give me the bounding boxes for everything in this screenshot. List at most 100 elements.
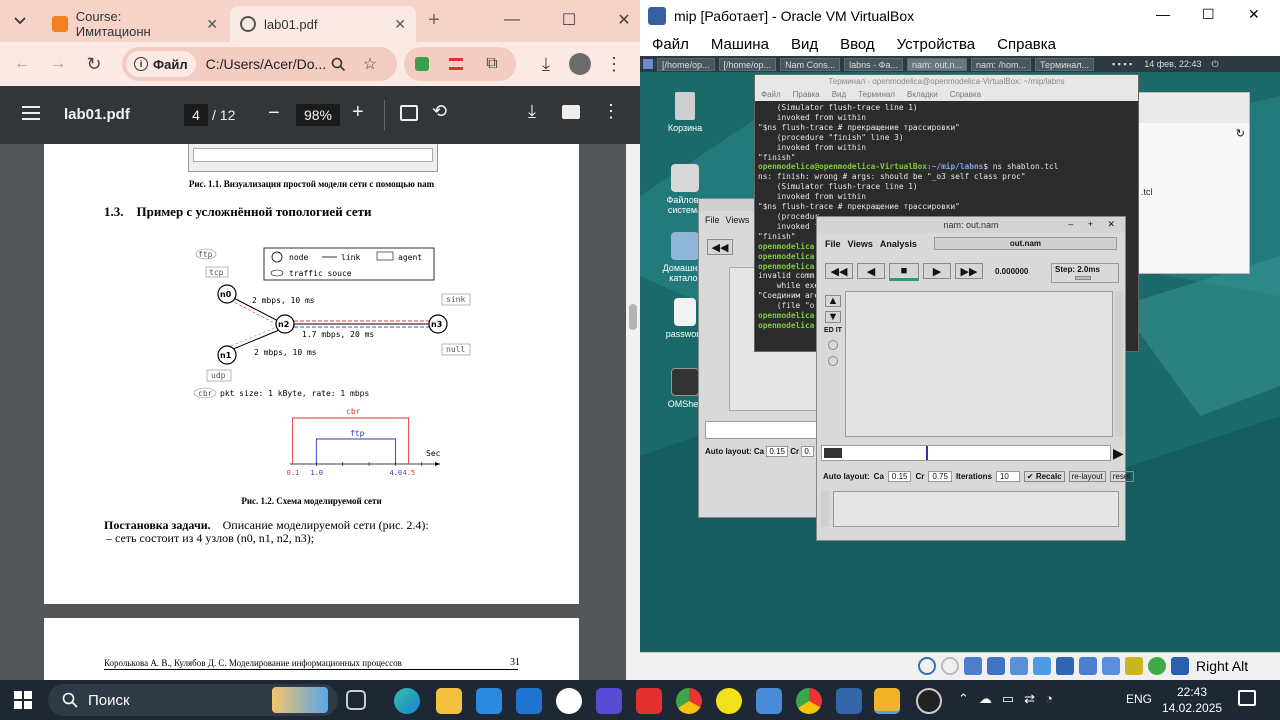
network-icon[interactable] [987, 657, 1005, 675]
guest-task[interactable]: Терминал... [1035, 57, 1094, 71]
menu-input[interactable]: Ввод [840, 36, 875, 53]
task-view-icon[interactable] [346, 690, 366, 710]
timeline-slider[interactable] [821, 445, 1111, 461]
menu-devices[interactable]: Устройства [897, 36, 975, 53]
step-back-button[interactable]: ◀ [857, 263, 885, 279]
window-controls[interactable]: – + ✕ [1068, 219, 1121, 230]
play-button[interactable]: ▶ [923, 263, 951, 279]
scrollbar[interactable] [626, 144, 640, 680]
menu-views[interactable]: Views [848, 239, 873, 249]
chrome-icon[interactable] [676, 688, 702, 714]
language-indicator[interactable]: ENG [1126, 692, 1152, 706]
file-manager-window[interactable]: .tcl ↻ [1120, 92, 1250, 274]
ca-input[interactable]: 0.15 [887, 471, 912, 482]
timeline-thumb[interactable] [824, 448, 842, 458]
extension-red-icon[interactable] [444, 52, 468, 76]
cr-input[interactable]: 0. [801, 446, 814, 457]
shared-folder-icon[interactable] [1033, 657, 1051, 675]
menu-help[interactable]: Справка [997, 36, 1056, 53]
new-tab-plus-icon[interactable]: + [422, 8, 446, 32]
rotate-icon[interactable]: ⟲ [432, 101, 447, 122]
usb-icon[interactable] [1010, 657, 1028, 675]
vm-window-icon[interactable] [874, 688, 900, 714]
close-window-icon[interactable]: ✕ [1248, 6, 1260, 23]
relayout-button[interactable]: re-layout [1068, 471, 1106, 482]
pdf-viewport[interactable]: Рис. 1.1. Визуализация простой модели се… [0, 144, 640, 680]
optical-icon[interactable] [941, 657, 959, 675]
windows-start-icon[interactable] [14, 691, 32, 709]
rewind-button[interactable]: ◀◀ [825, 263, 853, 279]
address-bar[interactable]: i Файл C:/Users/Acer/Do... [122, 47, 397, 81]
hdd-icon[interactable] [918, 657, 936, 675]
zoom-in-icon[interactable]: + [352, 101, 364, 124]
chrome-profile-icon[interactable] [796, 688, 822, 714]
timeline-play-icon[interactable]: ▶ [1113, 445, 1124, 462]
site-info-chip[interactable]: i Файл [126, 51, 196, 77]
back-arrow-icon[interactable]: ← [10, 52, 34, 76]
tab-search-chevron-icon[interactable] [8, 9, 32, 33]
extension-green-icon[interactable] [410, 52, 434, 76]
fit-page-icon[interactable] [400, 105, 418, 121]
close-window-icon[interactable]: ✕ [612, 8, 636, 32]
iterations-input[interactable]: 10 [995, 471, 1020, 482]
rewind-button[interactable]: ◀◀ [707, 239, 733, 255]
keyboard-capture-icon[interactable] [1171, 657, 1189, 675]
terminal-menu-item[interactable]: Терминал [858, 89, 895, 101]
nam-canvas[interactable] [845, 291, 1113, 437]
store-icon[interactable] [476, 688, 502, 714]
zoom-search-icon[interactable] [326, 52, 350, 76]
tab-course[interactable]: Course: Имитационн ✕ [42, 6, 228, 42]
forward-arrow-icon[interactable]: → [46, 52, 70, 76]
zoom-out-icon[interactable]: − [268, 102, 280, 125]
minimize-icon[interactable]: — [1156, 6, 1170, 22]
mouse-integration-icon[interactable] [1148, 657, 1166, 675]
more-options-icon[interactable]: ⋮ [602, 101, 620, 122]
terminal-menu-item[interactable]: Вид [832, 89, 846, 101]
minimize-icon[interactable]: — [500, 8, 524, 32]
guest-task[interactable]: nam: out.n... [906, 57, 967, 71]
power-icon[interactable]: ⏻ [1211, 59, 1218, 70]
zoom-input[interactable]: 98% [296, 104, 340, 126]
yandex-browser-icon[interactable] [556, 688, 582, 714]
terminal-menu-item[interactable]: Вкладки [907, 89, 938, 101]
maximize-icon[interactable]: ☐ [557, 8, 581, 32]
ca-input[interactable]: 0.15 [766, 446, 788, 457]
remote-desktop-icon[interactable] [756, 688, 782, 714]
display-icon[interactable] [1056, 657, 1074, 675]
desktop-icon-trash[interactable]: Корзина [650, 92, 720, 133]
guest-display[interactable]: [/home/op... [/home/op... Nam Cons... la… [640, 56, 1280, 652]
guest-task[interactable]: [/home/op... [657, 57, 715, 71]
tab-lab01[interactable]: lab01.pdf ✕ [230, 6, 416, 42]
reset-button[interactable]: reset [1109, 471, 1134, 482]
menu-machine[interactable]: Машина [711, 36, 769, 53]
file-explorer-icon[interactable] [436, 688, 462, 714]
close-icon[interactable]: ✕ [394, 16, 406, 33]
guest-task[interactable]: [/home/op... [718, 57, 777, 71]
download-icon[interactable]: ⤓ [534, 52, 558, 76]
edge-icon[interactable] [394, 688, 420, 714]
vt-icon[interactable] [1102, 657, 1120, 675]
search-box[interactable]: Поиск [48, 684, 338, 716]
bright-icon[interactable] [596, 688, 622, 714]
timeline-slider[interactable] [705, 421, 833, 439]
notifications-icon[interactable] [1238, 690, 1256, 706]
clock[interactable]: 22:43 14.02.2025 [1162, 684, 1222, 716]
menu-kebab-icon[interactable]: ⋮ [602, 52, 626, 76]
guest-task[interactable]: Nam Cons... [780, 57, 841, 71]
guest-task[interactable]: nam: /hom... [970, 57, 1032, 71]
annotation-scrollbar[interactable] [821, 491, 829, 527]
avatar[interactable] [568, 52, 592, 76]
page-number-input[interactable]: 4 [184, 104, 208, 126]
recalc-checkbox[interactable]: ✔ Recalc [1023, 471, 1065, 482]
hamburger-menu-icon[interactable] [22, 106, 40, 120]
audio-icon[interactable] [964, 657, 982, 675]
virtualbox-icon[interactable] [836, 688, 862, 714]
zoom-in-icon[interactable]: ▲ [825, 295, 841, 307]
zoom-out-icon[interactable]: ▼ [825, 311, 841, 323]
fast-forward-button[interactable]: ▶▶ [955, 263, 983, 279]
nam-window[interactable]: nam: out.nam – + ✕ File Views Analysis o… [816, 216, 1134, 541]
menu-view[interactable]: Вид [791, 36, 818, 53]
system-tray-icons[interactable]: ⌃☁▭⇄◔ [958, 691, 1063, 707]
guest-task[interactable]: labns - Фа... [844, 57, 903, 71]
link-tool-icon[interactable] [828, 356, 838, 366]
